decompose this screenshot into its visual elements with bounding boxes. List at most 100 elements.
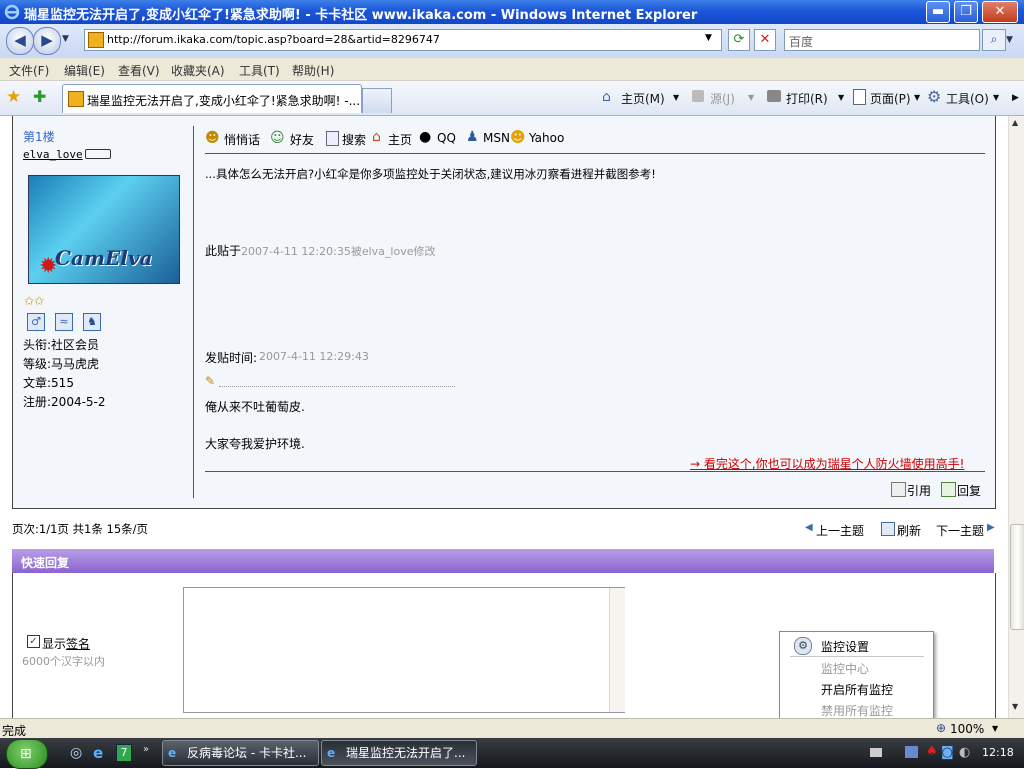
- add-friend-link[interactable]: 好友: [290, 131, 314, 148]
- search-icon[interactable]: ⌕: [982, 29, 1006, 51]
- quicklaunch-network-icon[interactable]: ◎: [70, 745, 82, 761]
- page-command[interactable]: 页面(P): [870, 90, 911, 107]
- close-window-button[interactable]: ✕: [982, 1, 1018, 23]
- refresh-page-icon[interactable]: [881, 522, 895, 536]
- home-command[interactable]: 主页(M): [621, 90, 665, 107]
- maximize-button[interactable]: ❐: [954, 1, 978, 23]
- whisper-link[interactable]: 悄悄话: [224, 131, 260, 148]
- favorites-star-icon[interactable]: ★: [6, 87, 21, 107]
- start-button[interactable]: ⊞: [6, 739, 48, 769]
- page-icon[interactable]: [853, 89, 866, 105]
- char-limit-text: 6000个汉字以内: [22, 655, 105, 668]
- back-button[interactable]: ◀: [6, 27, 34, 55]
- zoom-icon[interactable]: ⊕: [936, 721, 946, 735]
- signature-link[interactable]: 签名: [66, 635, 90, 652]
- tray-monitor-icon[interactable]: ◙: [941, 745, 954, 760]
- msn-link[interactable]: MSN: [483, 131, 510, 145]
- ctx-monitor-settings[interactable]: 监控设置: [821, 638, 869, 655]
- tools-gear-icon[interactable]: ⚙: [927, 87, 941, 106]
- home-icon[interactable]: ⌂: [602, 89, 611, 105]
- reply-icon[interactable]: [941, 482, 956, 497]
- quicklaunch-more-icon[interactable]: »: [143, 744, 149, 755]
- tray-rising-icon[interactable]: ♠: [926, 744, 938, 759]
- tab-current[interactable]: 瑞星监控无法开启了,变成小红伞了!紧急求助啊! -...: [62, 84, 362, 113]
- scroll-thumb[interactable]: [1010, 524, 1024, 630]
- tools-command[interactable]: 工具(O): [946, 90, 989, 107]
- show-signature-checkbox[interactable]: ✓: [27, 635, 40, 648]
- prev-arrow-icon[interactable]: ◀: [805, 522, 813, 533]
- stop-icon[interactable]: ✕: [754, 29, 776, 51]
- page-dropdown-icon[interactable]: ▼: [914, 93, 920, 102]
- print-dropdown-icon[interactable]: ▼: [838, 93, 844, 102]
- zoom-level[interactable]: 100%: [950, 722, 984, 736]
- ie-logo-icon: [4, 4, 20, 20]
- quote-icon[interactable]: [891, 482, 906, 497]
- add-favorite-icon[interactable]: ✚: [33, 87, 46, 106]
- print-icon[interactable]: [767, 90, 781, 102]
- promo-link[interactable]: → 看完这个,你也可以成为瑞星个人防火墙使用高手!: [690, 455, 965, 472]
- refresh-link[interactable]: 刷新: [897, 522, 921, 539]
- quicklaunch-ie-icon[interactable]: e: [93, 744, 103, 762]
- footer-divider: [205, 471, 985, 472]
- menu-view[interactable]: 查看(V): [118, 62, 160, 79]
- scroll-down-icon[interactable]: ▼: [1012, 702, 1018, 711]
- tray-network-icon[interactable]: [905, 746, 918, 758]
- homepage-icon[interactable]: ⌂: [372, 129, 381, 145]
- next-topic-link[interactable]: 下一主题: [936, 522, 984, 539]
- new-tab-button[interactable]: [362, 88, 392, 113]
- yahoo-smiley-icon[interactable]: ☻: [510, 128, 526, 146]
- quicklaunch-app-icon[interactable]: 7: [116, 744, 132, 762]
- show-signature-label: 显示: [42, 637, 67, 651]
- reply-textarea[interactable]: [183, 587, 625, 713]
- zoom-dropdown-icon[interactable]: ▼: [992, 724, 998, 733]
- author-avatar: CamElva ✹: [28, 175, 180, 284]
- taskbar-window-2[interactable]: e 瑞星监控无法开启了...: [321, 740, 477, 766]
- history-dropdown-icon[interactable]: ▼: [62, 34, 69, 44]
- url-dropdown-icon[interactable]: ▼: [705, 33, 712, 43]
- url-field[interactable]: http://forum.ikaka.com/topic.asp?board=2…: [84, 29, 722, 51]
- menu-file[interactable]: 文件(F): [9, 62, 49, 79]
- refresh-icon[interactable]: ⟳: [728, 29, 750, 51]
- more-commands-icon[interactable]: ▶: [1012, 93, 1019, 103]
- author-username[interactable]: elva_love: [23, 148, 83, 161]
- yahoo-link[interactable]: Yahoo: [529, 131, 564, 145]
- qq-link[interactable]: QQ: [437, 131, 456, 145]
- page-scrollbar[interactable]: ▲ ▼: [1008, 116, 1024, 718]
- print-command[interactable]: 打印(R): [786, 90, 828, 107]
- feeds-command[interactable]: 源(J): [710, 90, 735, 107]
- menu-edit[interactable]: 编辑(E): [64, 62, 105, 79]
- tray-keyboard-icon[interactable]: [870, 748, 882, 757]
- feeds-icon[interactable]: [692, 90, 704, 102]
- taskbar-window-1[interactable]: e 反病毒论坛 - 卡卡社...: [162, 740, 319, 766]
- feeds-dropdown-icon[interactable]: ▼: [748, 93, 754, 102]
- menu-help[interactable]: 帮助(H): [292, 62, 334, 79]
- ctx-disable-all[interactable]: 禁用所有监控: [821, 702, 893, 719]
- search-posts-icon[interactable]: [326, 131, 339, 146]
- ctx-enable-all[interactable]: 开启所有监控: [821, 681, 893, 698]
- homepage-link[interactable]: 主页: [388, 131, 412, 148]
- scroll-up-icon[interactable]: ▲: [1012, 118, 1018, 127]
- home-dropdown-icon[interactable]: ▼: [673, 93, 679, 102]
- tools-dropdown-icon[interactable]: ▼: [993, 93, 999, 102]
- qq-penguin-icon[interactable]: ●: [419, 129, 431, 145]
- textarea-scrollbar[interactable]: [609, 588, 625, 712]
- search-options-icon[interactable]: ▼: [1006, 35, 1013, 45]
- add-friend-icon[interactable]: ☺: [270, 130, 285, 146]
- quote-button[interactable]: 引用: [907, 482, 931, 499]
- msn-icon[interactable]: ♟: [466, 129, 479, 145]
- reply-button[interactable]: 回复: [957, 482, 981, 499]
- tray-volume-icon[interactable]: ◐: [959, 745, 970, 760]
- next-arrow-icon[interactable]: ▶: [987, 522, 995, 533]
- whisper-icon[interactable]: ☻: [205, 130, 220, 146]
- search-input[interactable]: 百度: [784, 29, 980, 51]
- search-posts-link[interactable]: 搜索: [342, 131, 366, 148]
- floor-number: 第1楼: [23, 130, 55, 144]
- minimize-button[interactable]: ▬: [926, 1, 950, 23]
- quick-reply-header: 快速回复: [12, 549, 994, 573]
- forward-button[interactable]: ▶: [33, 27, 61, 55]
- ctx-monitor-center[interactable]: 监控中心: [821, 660, 869, 677]
- menu-favorites[interactable]: 收藏夹(A): [171, 62, 225, 79]
- profile-icon[interactable]: ≈: [55, 313, 73, 331]
- prev-topic-link[interactable]: 上一主题: [816, 522, 864, 539]
- menu-tools[interactable]: 工具(T): [239, 62, 280, 79]
